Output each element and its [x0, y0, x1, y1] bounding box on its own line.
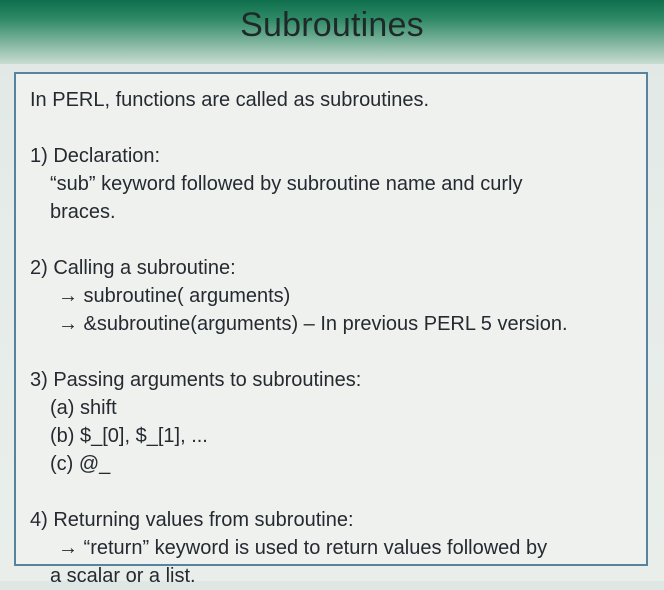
section-4-line-1: → “return” keyword is used to return val… — [58, 537, 548, 559]
content-box: In PERL, functions are called as subrout… — [14, 72, 648, 587]
section-2-item-2: → &subroutine(arguments) – In previous P… — [58, 313, 568, 335]
intro-text: In PERL, functions are called as subrout… — [30, 89, 430, 111]
section-4-line-2: a scalar or a list. — [50, 565, 196, 587]
section-3-item-3: (c) @_ — [50, 453, 111, 475]
section-1-line-2: braces. — [50, 201, 116, 223]
section-1-heading: 1) Declaration: — [30, 145, 161, 167]
section-3-item-2: (b) $_[0], $_[1], ... — [50, 425, 208, 447]
section-1-line-1: “sub” keyword followed by subroutine nam… — [50, 173, 523, 195]
section-2-item-1: → subroutine( arguments) — [58, 285, 291, 307]
slide-body: In PERL, functions are called as subrout… — [30, 86, 636, 590]
section-3-heading: 3) Passing arguments to subroutines: — [30, 369, 362, 391]
slide-title: Subroutines — [240, 6, 424, 44]
section-4-heading: 4) Returning values from subroutine: — [30, 509, 354, 531]
section-3-item-1: (a) shift — [50, 397, 117, 419]
section-2-heading: 2) Calling a subroutine: — [30, 257, 236, 279]
